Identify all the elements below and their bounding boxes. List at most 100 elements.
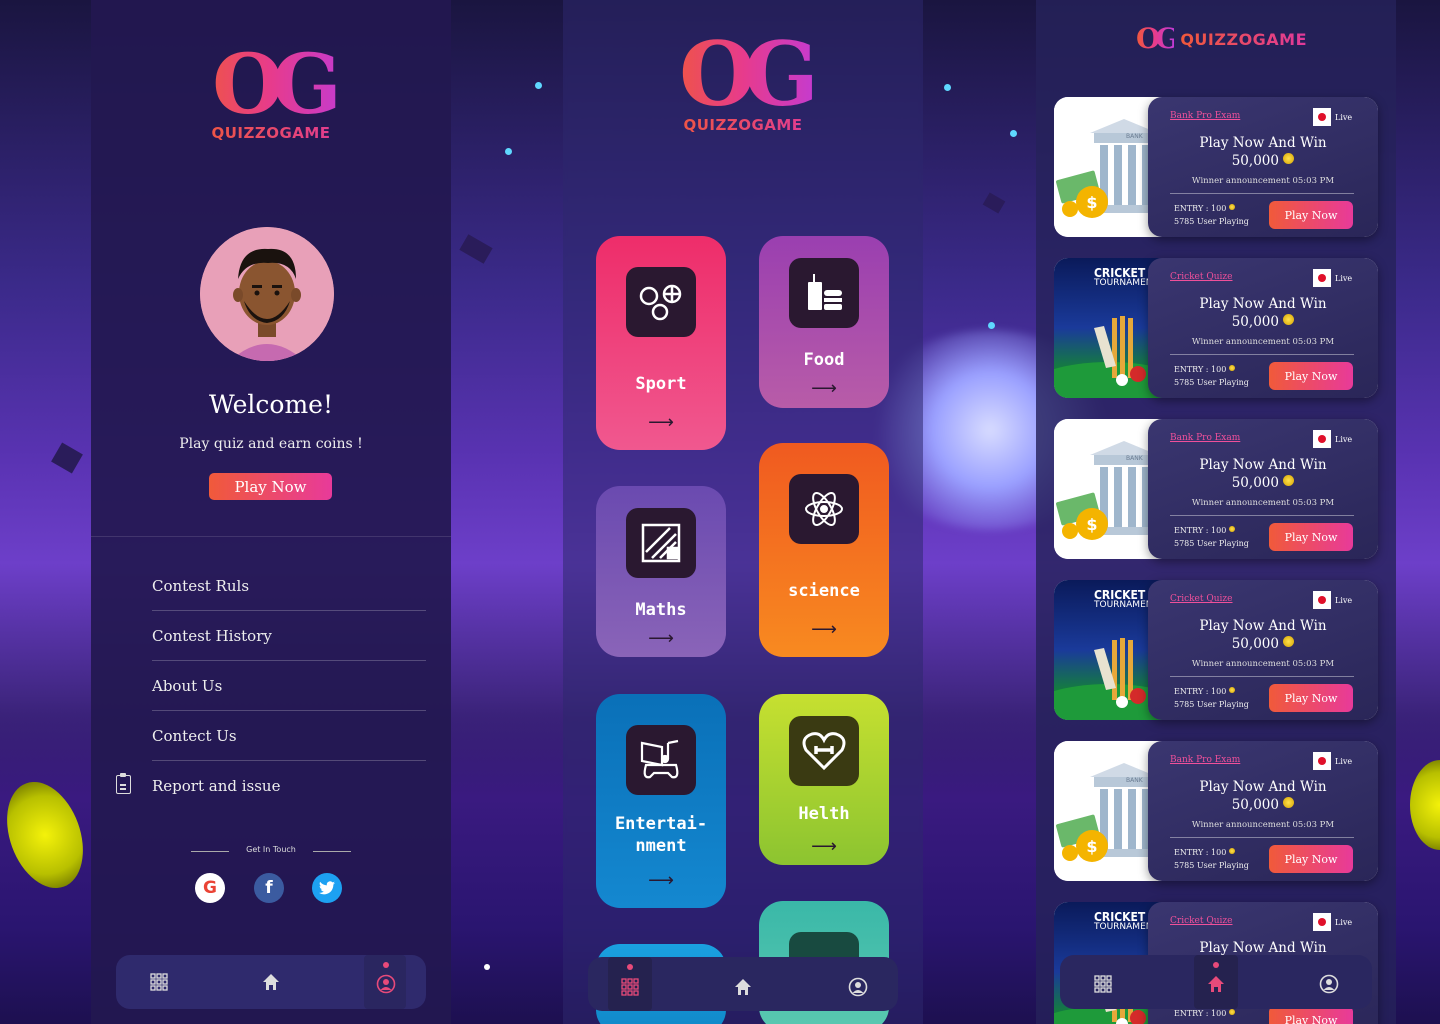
users-playing: 5785 User Playing [1174, 378, 1249, 387]
coin-icon [1228, 204, 1235, 210]
bank-sign: BANK [1126, 455, 1143, 462]
menu-item-contest-history[interactable]: Contest History [152, 611, 426, 661]
arrow-right-icon: ⟶ [648, 628, 674, 649]
prize-amount: 50,000 [1148, 475, 1378, 491]
contest-category-link[interactable]: Cricket Quize [1170, 272, 1233, 282]
contest-title: Play Now And Win [1199, 296, 1327, 312]
avatar[interactable] [200, 227, 334, 361]
flag-icon [1313, 108, 1331, 126]
prize-amount: 50,000 [1148, 797, 1378, 813]
profile-icon[interactable] [845, 974, 871, 1000]
menu-item-contest-rules[interactable]: Contest Ruls [152, 561, 426, 611]
category-card-science[interactable]: science ⟶ [759, 443, 889, 657]
entertainment-icon [626, 725, 696, 795]
category-card-entertainment[interactable]: Entertai- nment ⟶ [596, 694, 726, 908]
menu-item-report-issue[interactable]: Report and issue [152, 761, 426, 811]
grid-icon[interactable] [1090, 971, 1116, 997]
menu-item-contact-us[interactable]: Contect Us [152, 711, 426, 761]
entry-label: ENTRY : 100 [1174, 204, 1227, 213]
app-logo: OG QUIZZOGAME [191, 44, 351, 142]
coin-icon [1228, 687, 1235, 693]
live-badge: Live [1313, 913, 1352, 931]
menu-item-label: Contect Us [152, 726, 237, 745]
grid-icon[interactable] [146, 969, 172, 995]
home-icon[interactable] [730, 974, 756, 1000]
prize-value: 50,000 [1231, 797, 1279, 813]
coin-icon [1283, 797, 1295, 808]
active-indicator [383, 962, 389, 968]
play-now-button[interactable]: Play Now [1269, 845, 1353, 873]
prize-amount: 50,000 [1148, 636, 1378, 652]
facebook-icon[interactable]: f [254, 873, 284, 903]
star [1010, 130, 1017, 137]
live-label: Live [1335, 756, 1353, 766]
contest-info: Cricket Quize Live Play Now And Win 50,000 … [1148, 258, 1378, 398]
users-playing: 5785 User Playing [1174, 700, 1249, 709]
logo-mark: OG [663, 30, 823, 118]
play-now-button[interactable]: Play Now [209, 473, 332, 500]
live-badge: Live [1313, 108, 1352, 126]
welcome-subtitle: Play quiz and earn coins ! [179, 436, 363, 452]
contest-card[interactable]: $ BANK Bank Pro Exam Live Play Now And Win 50… [1054, 97, 1378, 237]
star [988, 322, 995, 329]
contest-category-link[interactable]: Cricket Quize [1170, 916, 1233, 926]
contest-card[interactable]: $ BANK Bank Pro Exam Live Play Now And Win 50… [1054, 741, 1378, 881]
flag-icon [1313, 913, 1331, 931]
bottom-navbar [1060, 955, 1372, 1009]
star [505, 148, 512, 155]
category-card-maths[interactable]: Maths ⟶ [596, 486, 726, 657]
grid-icon[interactable] [617, 974, 643, 1000]
divider [1170, 354, 1354, 355]
profile-icon[interactable] [373, 971, 399, 997]
users-playing: 5785 User Playing [1174, 539, 1249, 548]
coin-icon [1228, 365, 1235, 371]
category-card-health[interactable]: Helth ⟶ [759, 694, 889, 865]
contest-info: Bank Pro Exam Live Play Now And Win 50,000 … [1148, 419, 1378, 559]
contest-category-link[interactable]: Bank Pro Exam [1170, 755, 1240, 765]
bank-sign: BANK [1126, 133, 1143, 140]
prize-value: 50,000 [1231, 314, 1279, 330]
menu-item-label: About Us [152, 676, 223, 695]
twitter-icon[interactable] [312, 873, 342, 903]
category-card-food[interactable]: Food ⟶ [759, 236, 889, 408]
arrow-right-icon: ⟶ [648, 412, 674, 433]
live-badge: Live [1313, 752, 1352, 770]
welcome-title: Welcome! [208, 390, 334, 419]
entry-fee: ENTRY : 100 [1174, 687, 1235, 696]
bottom-navbar [116, 955, 426, 1009]
contest-category-link[interactable]: Cricket Quize [1170, 594, 1233, 604]
play-now-button[interactable]: Play Now [1269, 684, 1353, 712]
category-label: Entertai- [614, 814, 708, 834]
category-card-sport[interactable]: Sport ⟶ [596, 236, 726, 450]
contest-card[interactable]: CRICKET TOURNAMENT Cricket Quize Live Play N… [1054, 258, 1378, 398]
star [535, 82, 542, 89]
coin-icon [1228, 526, 1235, 532]
play-now-button[interactable]: Play Now [1269, 362, 1353, 390]
contest-category-link[interactable]: Bank Pro Exam [1170, 111, 1240, 121]
food-icon [789, 258, 859, 328]
contest-card[interactable]: CRICKET TOURNAMENT Cricket Quize Live Play N… [1054, 580, 1378, 720]
play-now-button[interactable]: Play Now [1269, 523, 1353, 551]
divider [1170, 837, 1354, 838]
contest-card[interactable]: $ BANK Bank Pro Exam Live Play Now And Win 50… [1054, 419, 1378, 559]
live-label: Live [1335, 595, 1353, 605]
contest-title: Play Now And Win [1199, 135, 1327, 151]
menu-item-about-us[interactable]: About Us [152, 661, 426, 711]
home-icon[interactable] [258, 969, 284, 995]
entry-label: ENTRY : 100 [1174, 526, 1227, 535]
google-icon[interactable]: G [195, 873, 225, 903]
contest-category-link[interactable]: Bank Pro Exam [1170, 433, 1240, 443]
category-label: Sport [635, 374, 687, 394]
profile-icon[interactable] [1316, 971, 1342, 997]
winner-announcement: Winner announcement 05:03 PM [1191, 820, 1335, 830]
winner-announcement: Winner announcement 05:03 PM [1191, 659, 1335, 669]
svg-text:$: $ [1086, 193, 1097, 212]
contest-info: Cricket Quize Live Play Now And Win 50,000 … [1148, 580, 1378, 720]
app-logo: OG QUIZZOGAME [663, 30, 823, 134]
category-label: science [788, 581, 860, 601]
active-indicator [1213, 962, 1219, 968]
floating-rock [459, 234, 493, 264]
play-now-button[interactable]: Play Now [1269, 201, 1353, 229]
entry-fee: ENTRY : 100 [1174, 848, 1235, 857]
home-icon[interactable] [1203, 971, 1229, 997]
